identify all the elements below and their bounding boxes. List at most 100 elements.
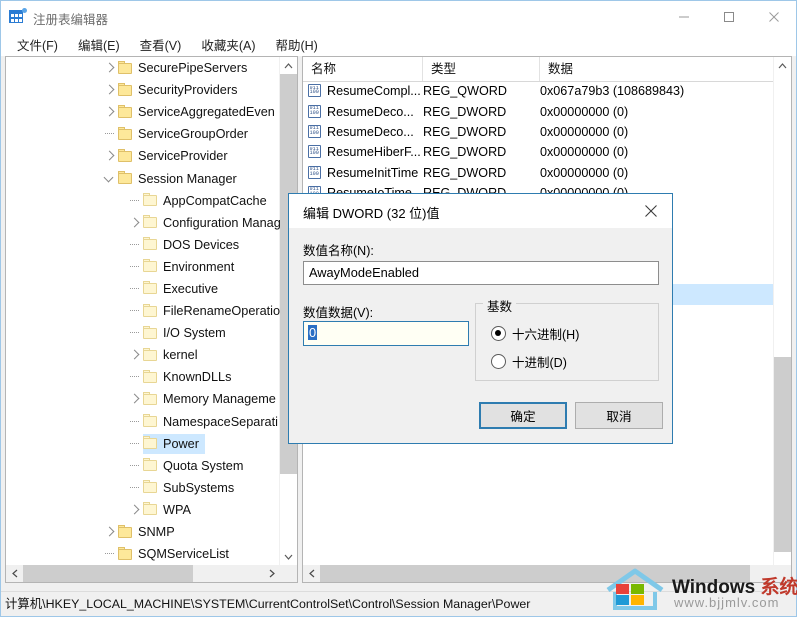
tree-item[interactable]: Session Manager: [6, 167, 280, 189]
value-name-cell: ResumeInitTime: [327, 165, 419, 180]
tree-item[interactable]: Configuration Manag: [6, 212, 280, 234]
folder-icon: [118, 60, 133, 75]
chevron-right-icon[interactable]: [129, 504, 140, 515]
tree-item-label: KnownDLLs: [163, 370, 232, 385]
title-bar: 注册表编辑器: [1, 1, 796, 34]
tree-item[interactable]: ServiceGroupOrder: [6, 123, 280, 145]
tree-item-label: FileRenameOperatio: [163, 304, 280, 319]
table-row[interactable]: 011 100 ResumeDeco... REG_DWORD 0x00000000 (…: [303, 101, 774, 121]
value-data-input[interactable]: 0: [303, 321, 469, 346]
dialog-close-icon[interactable]: [629, 194, 672, 227]
chevron-right-icon[interactable]: [129, 349, 140, 360]
table-row[interactable]: 011 100 ResumeInitTime REG_DWORD 0x00000000 …: [303, 162, 774, 182]
radio-hexadecimal-dot: [491, 326, 506, 341]
tree-item[interactable]: FileRenameOperatio: [6, 300, 280, 322]
tree-item[interactable]: DOS Devices: [6, 234, 280, 256]
tree-item[interactable]: I/O System: [6, 322, 280, 344]
radio-decimal-dot: [491, 354, 506, 369]
tree-item[interactable]: kernel: [6, 344, 280, 366]
tree-item[interactable]: KnownDLLs: [6, 366, 280, 388]
tree-item[interactable]: Memory Manageme: [6, 388, 280, 410]
table-row[interactable]: 011 100 ResumeDeco... REG_DWORD 0x00000000 (…: [303, 122, 774, 142]
menu-view[interactable]: 查看(V): [130, 33, 192, 56]
radio-hexadecimal-label: 十六进制(H): [512, 328, 580, 342]
tree-line: [130, 442, 139, 444]
menu-bar: 文件(F) 编辑(E) 查看(V) 收藏夹(A) 帮助(H): [1, 33, 796, 56]
tree-line: [130, 464, 139, 466]
column-header-type[interactable]: 类型: [423, 57, 540, 81]
chevron-right-icon[interactable]: [104, 84, 115, 95]
tree-scroll-up-icon[interactable]: [280, 57, 297, 74]
close-button[interactable]: [751, 1, 796, 33]
tree-item[interactable]: NamespaceSeparati: [6, 411, 280, 433]
tree-item[interactable]: Environment: [6, 256, 280, 278]
watermark-url: www.bjjmlv.com: [674, 595, 780, 610]
dialog-title: 编辑 DWORD (32 位)值: [303, 206, 440, 221]
tree-hscroll-thumb[interactable]: [23, 565, 193, 582]
value-data-cell: 0x00000000 (0): [540, 104, 629, 119]
tree-item[interactable]: SecurePipeServers: [6, 57, 280, 79]
chevron-down-icon[interactable]: [103, 172, 114, 182]
tree-scroll-down-icon[interactable]: [280, 548, 297, 565]
folder-icon: [118, 546, 133, 561]
tree-item[interactable]: SQMServiceList: [6, 543, 280, 565]
tree-item-label: Configuration Manag: [163, 215, 280, 230]
tree-scroll-left-icon[interactable]: [6, 565, 23, 582]
dword-value-icon: 011100: [307, 145, 323, 159]
dword-value-icon: 011100: [307, 165, 323, 180]
values-scroll-up-icon[interactable]: [774, 57, 791, 74]
folder-icon: [143, 347, 158, 362]
minimize-button[interactable]: [661, 1, 706, 33]
folder-icon: [143, 414, 158, 428]
tree-item[interactable]: AppCompatCache: [6, 190, 280, 212]
tree-item[interactable]: SecurityProviders: [6, 79, 280, 101]
dialog-body: 数值名称(N): AwayModeEnabled 数值数据(V): 0 基数 十…: [289, 228, 672, 443]
column-header-data[interactable]: 数据: [540, 57, 791, 81]
folder-icon: [118, 104, 133, 119]
window-title: 注册表编辑器: [33, 13, 109, 27]
chevron-right-icon[interactable]: [104, 150, 115, 161]
tree-item[interactable]: SubSystems: [6, 477, 280, 499]
values-scroll-thumb[interactable]: [774, 357, 791, 552]
chevron-right-icon[interactable]: [129, 217, 140, 228]
tree-item[interactable]: ServiceAggregatedEven: [6, 101, 280, 123]
menu-help[interactable]: 帮助(H): [265, 33, 327, 56]
values-vertical-scrollbar[interactable]: [773, 57, 791, 565]
value-name-input[interactable]: AwayModeEnabled: [303, 261, 659, 285]
cancel-button[interactable]: 取消: [575, 402, 663, 429]
value-name-cell: ResumeHiberF...: [327, 145, 421, 160]
radio-hexadecimal[interactable]: 十六进制(H): [491, 324, 579, 343]
table-row[interactable]: 011 100 ResumeHiberF... REG_DWORD 0x00000000…: [303, 142, 774, 162]
chevron-right-icon[interactable]: [104, 106, 115, 117]
tree-horizontal-scrollbar[interactable]: [6, 565, 280, 582]
dword-value-icon: 011100: [307, 84, 323, 98]
tree-item-label: Session Manager: [138, 171, 237, 186]
chevron-right-icon[interactable]: [104, 62, 115, 73]
menu-file[interactable]: 文件(F): [7, 33, 68, 56]
tree-item-label: NamespaceSeparati: [163, 414, 278, 429]
maximize-button[interactable]: [706, 1, 751, 33]
tree-item[interactable]: Power: [6, 433, 280, 455]
chevron-right-icon[interactable]: [129, 394, 140, 404]
tree-item-label: kernel: [163, 348, 198, 363]
radio-decimal[interactable]: 十进制(D): [491, 352, 567, 371]
folder-icon: [118, 171, 133, 185]
tree-scroll-right-icon[interactable]: [263, 565, 280, 582]
tree-item[interactable]: SNMP: [6, 521, 280, 543]
tree-item[interactable]: WPA: [6, 499, 280, 521]
tree-item[interactable]: Executive: [6, 278, 280, 300]
menu-edit[interactable]: 编辑(E): [68, 33, 130, 56]
column-header-name[interactable]: 名称: [303, 57, 423, 81]
tree-item[interactable]: ServiceProvider: [6, 145, 280, 167]
menu-favorites[interactable]: 收藏夹(A): [191, 33, 265, 56]
tree-line: [130, 243, 139, 245]
tree-item[interactable]: Quota System: [6, 455, 280, 477]
ok-button[interactable]: 确定: [479, 402, 567, 429]
value-data-cell: 0x00000000 (0): [540, 145, 629, 160]
tree-item-label: ServiceGroupOrder: [138, 127, 248, 142]
folder-icon: [143, 391, 158, 406]
values-scroll-left-icon[interactable]: [303, 565, 320, 582]
tree-item-label: DOS Devices: [163, 237, 240, 252]
chevron-right-icon[interactable]: [104, 526, 115, 537]
table-row[interactable]: 011 100 ResumeCompl... REG_QWORD 0x067a79b3 …: [303, 81, 774, 101]
